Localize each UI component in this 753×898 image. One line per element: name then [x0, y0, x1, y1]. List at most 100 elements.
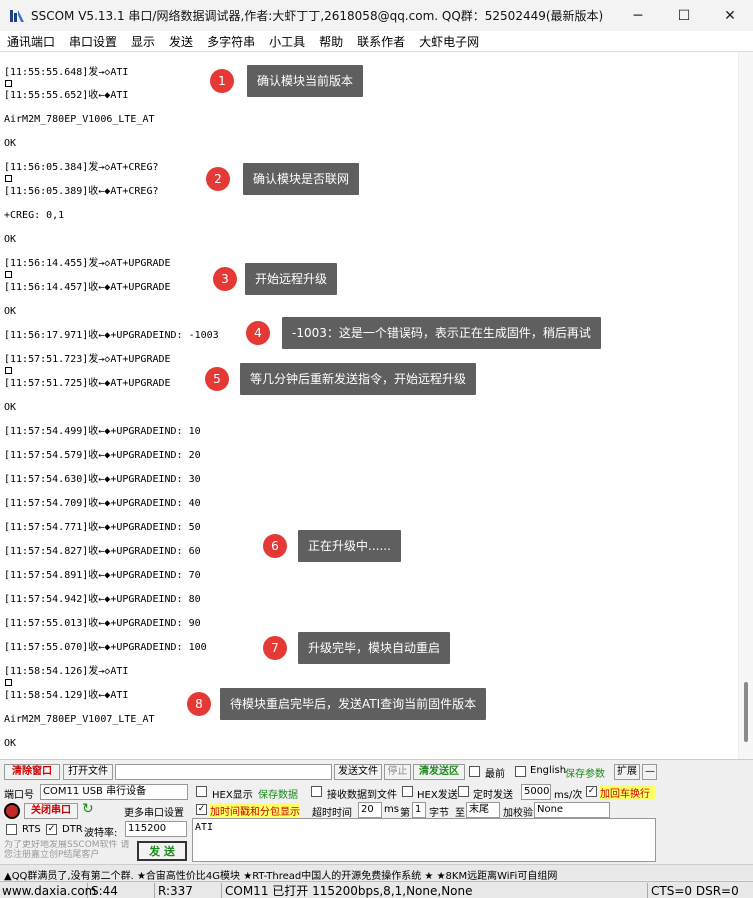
log-line: [11:56:14.455]发→◇AT+UPGRADE: [4, 258, 171, 269]
menu-send[interactable]: 发送: [162, 33, 200, 50]
log-line: AirM2M_780EP_V1006_LTE_AT: [4, 114, 155, 125]
ticker-text[interactable]: ▲QQ群满员了,没有第二个群. ★合宙高性价比4G模块 ★RT-Thread中国…: [4, 867, 557, 882]
annotation-6: 6 正在升级中......: [263, 530, 401, 562]
step-number-badge: 4: [246, 321, 270, 345]
annotation-text: 待模块重启完毕后，发送ATI查询当前固件版本: [220, 688, 487, 720]
log-line: [11:57:55.070]收←◆+UPGRADEIND: 100: [4, 642, 207, 653]
recv-to-file-checkbox[interactable]: [311, 786, 322, 797]
scrollbar-thumb[interactable]: [744, 682, 748, 742]
annotation-2: 2 确认模块是否联网: [206, 163, 360, 195]
interval-input[interactable]: 5000: [521, 784, 551, 800]
rts-checkbox[interactable]: [6, 824, 17, 835]
log-line: [11:57:54.630]收←◆+UPGRADEIND: 30: [4, 474, 201, 485]
timeout-unit: ms: [384, 804, 399, 815]
status-lines: CTS=0 DSR=0: [651, 884, 739, 898]
more-serial-settings-button[interactable]: 更多串口设置: [124, 804, 184, 819]
annotation-7: 7 升级完毕，模块自动重启: [263, 632, 451, 664]
menu-help[interactable]: 帮助: [312, 33, 350, 50]
control-panel: 清除窗口 打开文件 发送文件 停止 清发送区 最前 English 保存参数 扩…: [0, 759, 753, 898]
log-line: [11:57:51.723]发→◇AT+UPGRADE: [4, 354, 171, 365]
timed-send-checkbox[interactable]: [458, 786, 469, 797]
newline-box: [5, 679, 12, 686]
collapse-button[interactable]: —: [642, 764, 657, 780]
menu-tools[interactable]: 小工具: [262, 33, 312, 50]
newline-box: [5, 175, 12, 182]
hex-send-checkbox[interactable]: [402, 786, 413, 797]
annotation-text: -1003：这是一个错误码，表示正在生成固件，稍后再试: [282, 317, 601, 349]
annotation-text: 确认模块当前版本: [247, 65, 364, 97]
open-file-button[interactable]: 打开文件: [63, 764, 113, 780]
newline-box: [5, 367, 12, 374]
step-number-badge: 5: [205, 367, 229, 391]
add-crlf-checkbox[interactable]: ✓: [586, 786, 597, 797]
baud-label: 波特率:: [84, 828, 118, 839]
log-line: [11:56:05.384]发→◇AT+CREG?: [4, 162, 159, 173]
menu-serial-settings[interactable]: 串口设置: [62, 33, 124, 50]
expand-button[interactable]: 扩展: [614, 764, 640, 780]
status-site[interactable]: www.daxia.com: [0, 883, 96, 898]
clear-send-button[interactable]: 清发送区: [413, 764, 465, 780]
step-number-badge: 2: [206, 167, 230, 191]
checksum-select[interactable]: None: [534, 802, 610, 818]
annotation-1: 1 确认模块当前版本: [210, 65, 364, 97]
log-line: [11:57:54.499]收←◆+UPGRADEIND: 10: [4, 426, 201, 437]
menu-multi-string[interactable]: 多字符串: [200, 33, 262, 50]
close-port-button[interactable]: 关闭串口: [24, 803, 78, 819]
step-number-badge: 8: [187, 692, 211, 716]
sscom-app-icon: [9, 8, 25, 24]
log-line: AirM2M_780EP_V1007_LTE_AT: [4, 714, 155, 725]
save-data-button[interactable]: 保存数据: [258, 786, 298, 801]
log-line: [11:57:54.891]收←◆+UPGRADEIND: 70: [4, 570, 201, 581]
maximize-button[interactable]: ☐: [661, 0, 707, 31]
topmost-checkbox[interactable]: [469, 766, 480, 777]
timeout-input[interactable]: 20: [358, 802, 382, 818]
log-line: [11:56:05.389]收←◆AT+CREG?: [4, 186, 159, 197]
port-label: 端口号: [4, 790, 34, 801]
log-line: [11:58:54.129]收←◆ATI: [4, 690, 129, 701]
status-sent-count: S:44: [89, 883, 155, 898]
stop-button[interactable]: 停止: [384, 764, 411, 780]
annotation-text: 等几分钟后重新发送指令，开始远程升级: [240, 363, 477, 395]
refresh-icon[interactable]: ↻: [82, 801, 94, 817]
save-params-button[interactable]: 保存参数: [565, 765, 605, 780]
send-file-button[interactable]: 发送文件: [334, 764, 382, 780]
rts-label: RTS: [22, 824, 41, 835]
status-recv-count: R:337: [156, 883, 222, 898]
annotation-8: 8 待模块重启完毕后，发送ATI查询当前固件版本: [187, 688, 487, 720]
clear-window-button[interactable]: 清除窗口: [4, 764, 60, 780]
english-checkbox[interactable]: [515, 766, 526, 777]
menu-display[interactable]: 显示: [124, 33, 162, 50]
log-line: [11:57:54.771]收←◆+UPGRADEIND: 50: [4, 522, 201, 533]
timestamp-checkbox[interactable]: ✓: [196, 804, 207, 815]
receive-log[interactable]: [11:55:55.648]发→◇ATI [11:55:55.652]收←◆AT…: [0, 52, 738, 759]
promo-text[interactable]: 为了更好地发展SSCOM软件 请您注册嘉立创P结尾客户: [4, 840, 130, 862]
dtr-label: DTR: [62, 824, 83, 835]
timestamp-label: 加时间戳和分包显示: [210, 803, 300, 818]
log-line: [11:55:55.648]发→◇ATI: [4, 67, 129, 78]
send-input[interactable]: ATI: [192, 818, 656, 862]
step-number-badge: 1: [210, 69, 234, 93]
title-bar: SSCOM V5.13.1 串口/网络数据调试器,作者:大虾丁丁,2618058…: [0, 0, 753, 31]
baud-select[interactable]: 115200: [125, 821, 187, 837]
timeout-label: 超时时间: [312, 808, 352, 819]
hex-send-label: HEX发送: [417, 790, 458, 801]
minimize-button[interactable]: ─: [615, 0, 661, 31]
menu-contact-author[interactable]: 联系作者: [350, 33, 412, 50]
english-label: English: [530, 765, 567, 776]
receive-scrollbar[interactable]: [738, 52, 753, 759]
menu-daxia-site[interactable]: 大虾电子网: [412, 33, 486, 50]
nth-label: 第: [400, 808, 410, 819]
dtr-checkbox[interactable]: ✓: [46, 824, 57, 835]
menu-comm-port[interactable]: 通讯端口: [0, 33, 62, 50]
step-number-badge: 3: [213, 267, 237, 291]
port-select[interactable]: COM11 USB 串行设备: [40, 784, 188, 800]
annotation-4: 4 -1003：这是一个错误码，表示正在生成固件，稍后再试: [246, 317, 601, 349]
to-select[interactable]: 末尾: [466, 802, 500, 818]
close-button[interactable]: ✕: [707, 0, 753, 31]
log-line: [11:55:55.652]收←◆ATI: [4, 90, 129, 101]
send-button[interactable]: 发 送: [137, 841, 187, 861]
hex-display-checkbox[interactable]: [196, 786, 207, 797]
file-path-input[interactable]: [115, 764, 332, 780]
nth-input[interactable]: 1: [412, 802, 426, 818]
byte-label: 字节: [429, 808, 449, 819]
